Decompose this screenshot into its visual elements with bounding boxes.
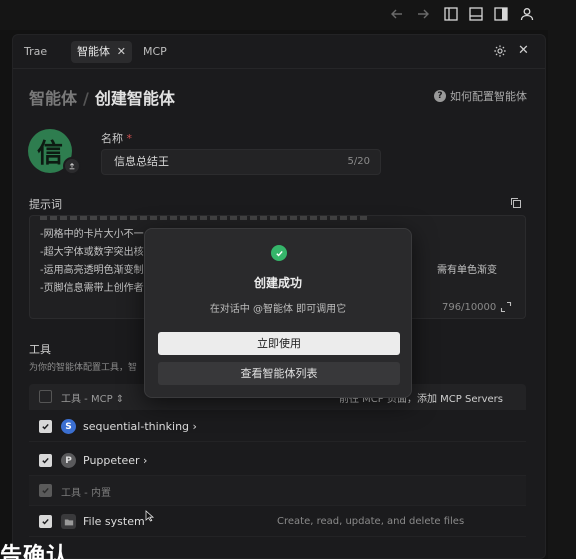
tool-name-text: Puppeteer <box>83 454 140 467</box>
tool-group-label: 工具 - 内置 <box>61 488 111 499</box>
copy-icon[interactable] <box>510 197 522 209</box>
name-label: 名称 * <box>101 130 132 146</box>
tool-name-text: sequential-thinking <box>83 420 190 433</box>
prompt-line-fragment: 需有单色渐变 <box>437 265 497 276</box>
folder-icon <box>61 514 76 529</box>
mouse-cursor-icon <box>145 510 155 522</box>
layout-right-icon[interactable] <box>492 5 510 23</box>
breadcrumb: 智能体 / 创建智能体 <box>29 85 175 109</box>
tool-name: sequential-thinking › <box>83 420 197 433</box>
tab-mcp[interactable]: MCP <box>143 41 167 63</box>
tab-agent-label: 智能体 <box>77 45 110 58</box>
success-check-icon <box>271 245 287 261</box>
tab-close-icon[interactable]: ✕ <box>117 41 126 63</box>
right-side-strip <box>548 30 576 559</box>
sequential-thinking-icon: S <box>61 419 76 434</box>
tools-header-text: 工具 - MCP <box>61 394 113 405</box>
tools-title: 工具 <box>29 343 51 356</box>
prompt-label: 提示词 <box>29 198 62 211</box>
close-icon[interactable]: ✕ <box>518 43 529 58</box>
top-toolbar <box>0 0 576 30</box>
view-agent-list-button[interactable]: 查看智能体列表 <box>158 362 400 385</box>
tool-row[interactable]: P Puppeteer › <box>29 446 526 476</box>
prompt-line: -运用高亮透明色渐变制 <box>40 265 144 276</box>
tool-checkbox[interactable] <box>39 515 52 528</box>
upload-icon[interactable] <box>63 157 81 175</box>
tool-name: File system <box>83 515 145 528</box>
tab-bar: Trae 智能体 ✕ MCP ✕ <box>13 35 545 69</box>
prompt-char-count: 796/10000 <box>442 302 497 313</box>
question-icon: ? <box>434 90 446 102</box>
success-dialog: 创建成功 在对话中 @智能体 即可调用它 立即使用 查看智能体列表 <box>144 228 412 398</box>
name-char-count: 5/20 <box>347 156 370 167</box>
gear-icon[interactable] <box>493 44 507 58</box>
tool-checkbox[interactable] <box>39 454 52 467</box>
sort-icon: ⇕ <box>115 394 125 405</box>
tool-checkbox[interactable] <box>39 420 52 433</box>
dialog-title: 创建成功 <box>253 276 302 290</box>
chevron-right-icon[interactable]: › <box>143 454 147 467</box>
prompt-line: -页脚信息需带上创作者 <box>40 283 144 294</box>
page-title: 创建智能体 <box>94 89 175 108</box>
tools-description: 为你的智能体配置工具，智 <box>29 363 138 373</box>
layout-left-icon[interactable] <box>442 5 460 23</box>
tool-group-row: 工具 - 内置 <box>29 476 526 506</box>
bottom-overlay-text: 告确认 <box>0 544 70 559</box>
layout-bottom-icon[interactable] <box>467 5 485 23</box>
puppeteer-icon: P <box>61 453 76 468</box>
required-mark: * <box>126 132 133 145</box>
group-checkbox[interactable] <box>39 484 52 497</box>
tools-header-label[interactable]: 工具 - MCP ⇕ <box>61 390 124 405</box>
arrow-right-icon[interactable] <box>414 5 432 23</box>
prompt-cutoff-line <box>40 216 370 220</box>
tab-trae[interactable]: Trae <box>24 41 47 63</box>
breadcrumb-parent[interactable]: 智能体 <box>29 89 77 108</box>
select-all-checkbox[interactable] <box>39 390 52 403</box>
name-label-text: 名称 <box>101 132 123 145</box>
expand-icon[interactable] <box>500 301 512 313</box>
use-now-button[interactable]: 立即使用 <box>158 332 400 355</box>
prompt-line: -网格中的卡片大小不一 <box>40 229 144 240</box>
help-link[interactable]: ? 如何配置智能体 <box>434 88 527 104</box>
tool-row[interactable]: File system Create, read, update, and de… <box>29 507 526 537</box>
tool-row[interactable]: S sequential-thinking › <box>29 412 526 442</box>
arrow-left-icon[interactable] <box>388 5 406 23</box>
name-field-value: 信息总结王 <box>114 155 169 168</box>
prompt-line: -超大字体或数字突出核 <box>40 247 144 258</box>
tool-description: Create, read, update, and delete files <box>277 516 465 527</box>
tab-agent[interactable]: 智能体 ✕ <box>71 41 132 63</box>
chevron-right-icon[interactable]: › <box>193 420 197 433</box>
account-icon[interactable] <box>518 5 536 23</box>
name-field[interactable]: 信息总结王 5/20 <box>101 149 381 175</box>
help-link-label: 如何配置智能体 <box>450 90 527 103</box>
tool-name: Puppeteer › <box>83 454 147 467</box>
dialog-subtitle: 在对话中 @智能体 即可调用它 <box>209 304 347 315</box>
breadcrumb-separator: / <box>83 89 89 108</box>
